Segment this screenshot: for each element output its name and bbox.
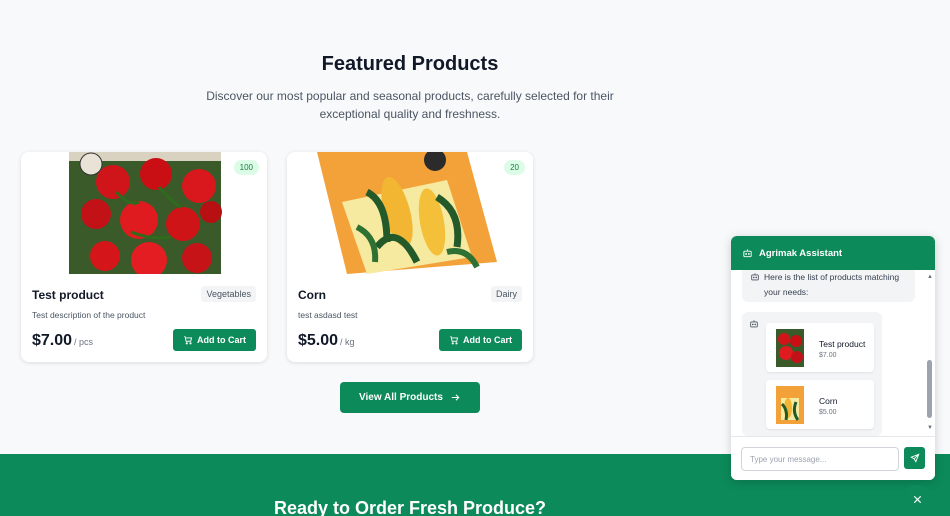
chat-product-item[interactable]: Test product $7.00	[766, 323, 874, 372]
product-price: $5.00/ kg	[298, 332, 355, 350]
scroll-up-arrow-icon[interactable]: ▲	[927, 274, 933, 280]
view-all-products-button[interactable]: View All Products	[340, 382, 480, 413]
price-value: $5.00	[298, 332, 339, 349]
arrow-right-icon	[451, 394, 460, 401]
chat-product-name: Corn	[819, 396, 838, 406]
product-name[interactable]: Corn	[298, 288, 326, 302]
price-unit: / kg	[340, 337, 355, 347]
chat-message-input[interactable]	[741, 447, 899, 471]
chat-scrollbar[interactable]: ▲ ▼	[925, 270, 935, 436]
product-card[interactable]: 20 Corn Dairy test asdasd test $5.00/ kg…	[287, 152, 533, 362]
chat-input-bar	[731, 436, 935, 480]
price-value: $7.00	[32, 332, 73, 349]
chat-title: Agrimak Assistant	[759, 247, 843, 259]
product-price: $7.00/ pcs	[32, 332, 93, 350]
chat-product-item[interactable]: Corn $5.00	[766, 380, 874, 429]
view-all-label: View All Products	[359, 392, 443, 403]
close-icon	[913, 495, 921, 503]
add-to-cart-button[interactable]: Add to Cart	[439, 329, 522, 351]
price-unit: / pcs	[74, 337, 94, 347]
product-description: test asdasd test	[298, 310, 358, 320]
cart-icon	[184, 336, 193, 345]
stock-badge: 100	[233, 160, 259, 175]
chat-product-price: $7.00	[819, 352, 837, 359]
chat-header: Agrimak Assistant	[731, 236, 935, 270]
chat-product-name: Test product	[819, 339, 866, 349]
cart-icon	[450, 336, 459, 345]
add-to-cart-label: Add to Cart	[197, 335, 246, 345]
scrollbar-thumb[interactable]	[927, 360, 932, 418]
send-icon	[909, 453, 920, 463]
chat-product-price: $5.00	[819, 409, 837, 416]
bot-message: Here is the list of products matching yo…	[742, 270, 915, 302]
chat-messages[interactable]: Here is the list of products matching yo…	[731, 270, 935, 436]
send-message-button[interactable]	[904, 447, 925, 469]
add-to-cart-button[interactable]: Add to Cart	[173, 329, 256, 351]
bot-icon	[750, 320, 758, 328]
product-description: Test description of the product	[32, 310, 146, 320]
add-to-cart-label: Add to Cart	[463, 335, 512, 345]
product-thumbnail	[776, 329, 804, 367]
chat-widget[interactable]: Agrimak Assistant Here is the list of pr…	[731, 236, 935, 480]
stock-badge: 20	[504, 160, 525, 175]
product-thumbnail	[776, 386, 804, 424]
scroll-down-arrow-icon[interactable]: ▼	[927, 425, 933, 431]
bot-icon	[751, 273, 759, 281]
category-tag: Dairy	[490, 286, 522, 302]
close-chat-button[interactable]	[902, 485, 932, 513]
bot-product-list: Test product $7.00 Corn $5.00	[742, 312, 882, 436]
featured-products-subtitle: Discover our most popular and seasonal p…	[206, 89, 614, 121]
bot-icon	[743, 248, 752, 257]
featured-products-title: Featured Products	[321, 53, 499, 75]
category-tag: Vegetables	[201, 286, 256, 302]
product-image[interactable]: 20	[287, 152, 533, 274]
cta-title: Ready to Order Fresh Produce?	[273, 498, 547, 516]
bot-message-text: Here is the list of products matching yo…	[764, 272, 900, 297]
product-card[interactable]: 100 Test product Vegetables Test descrip…	[21, 152, 267, 362]
product-image[interactable]: 100	[21, 152, 267, 274]
product-name[interactable]: Test product	[32, 288, 104, 302]
